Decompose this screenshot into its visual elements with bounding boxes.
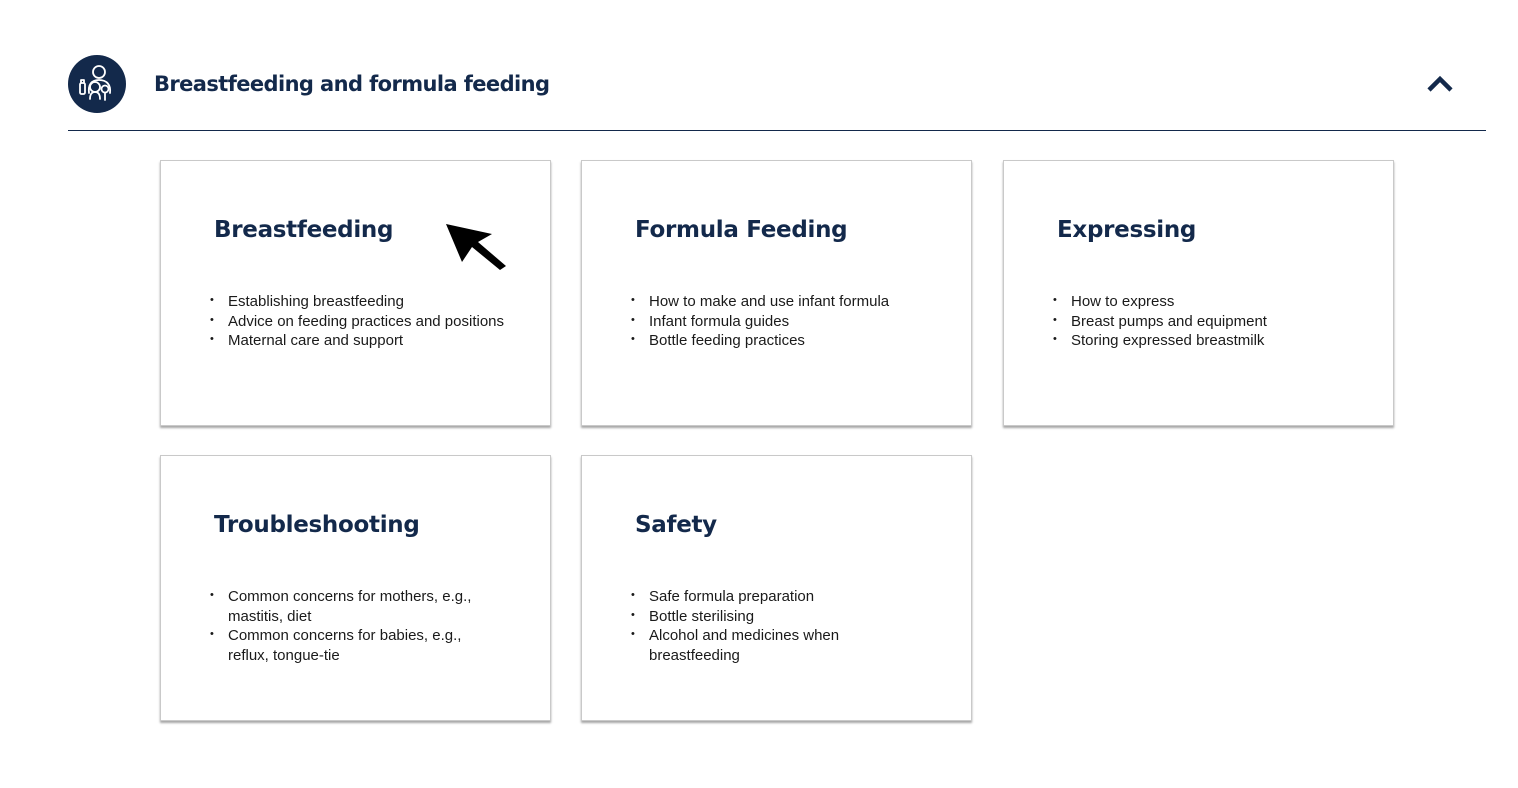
card-title: Formula Feeding	[635, 217, 848, 243]
card-topic-list: How to express Breast pumps and equipmen…	[1051, 291, 1361, 351]
card-expressing[interactable]: Expressing How to express Breast pumps a…	[1003, 160, 1394, 426]
card-title: Troubleshooting	[214, 512, 420, 538]
card-title: Breastfeeding	[214, 217, 394, 243]
list-item: Establishing breastfeeding	[208, 291, 518, 312]
list-item: Advice on feeding practices and position…	[208, 311, 518, 332]
list-item: Storing expressed breastmilk	[1051, 330, 1361, 351]
chevron-up-icon	[1427, 75, 1453, 92]
card-troubleshooting[interactable]: Troubleshooting Common concerns for moth…	[160, 455, 551, 721]
list-item: Breast pumps and equipment	[1051, 311, 1361, 332]
card-formula-feeding[interactable]: Formula Feeding How to make and use infa…	[581, 160, 972, 426]
page: Breastfeeding and formula feeding Breast…	[0, 0, 1518, 788]
list-item: Bottle sterilising	[629, 606, 859, 627]
list-item: Common concerns for babies, e.g., reflux…	[208, 625, 498, 665]
list-item: Bottle feeding practices	[629, 330, 939, 351]
parent-with-baby-icon	[68, 55, 126, 113]
list-item: Alcohol and medicines when breastfeeding	[629, 625, 859, 665]
section-title: Breastfeeding and formula feeding	[154, 72, 550, 96]
accordion-header[interactable]: Breastfeeding and formula feeding	[68, 55, 1486, 131]
card-breastfeeding[interactable]: Breastfeeding Establishing breastfeeding…	[160, 160, 551, 426]
list-item: How to express	[1051, 291, 1361, 312]
list-item: Maternal care and support	[208, 330, 518, 351]
card-title: Expressing	[1057, 217, 1197, 243]
list-item: Infant formula guides	[629, 311, 939, 332]
list-item: How to make and use infant formula	[629, 291, 939, 312]
card-topic-list: How to make and use infant formula Infan…	[629, 291, 939, 351]
card-title: Safety	[635, 512, 717, 538]
card-safety[interactable]: Safety Safe formula preparation Bottle s…	[581, 455, 972, 721]
list-item: Safe formula preparation	[629, 586, 859, 607]
list-item: Common concerns for mothers, e.g., masti…	[208, 586, 498, 626]
card-topic-list: Establishing breastfeeding Advice on fee…	[208, 291, 518, 351]
collapse-button[interactable]	[1420, 69, 1460, 99]
card-topic-list: Safe formula preparation Bottle sterilis…	[629, 586, 859, 665]
card-topic-list: Common concerns for mothers, e.g., masti…	[208, 586, 498, 665]
